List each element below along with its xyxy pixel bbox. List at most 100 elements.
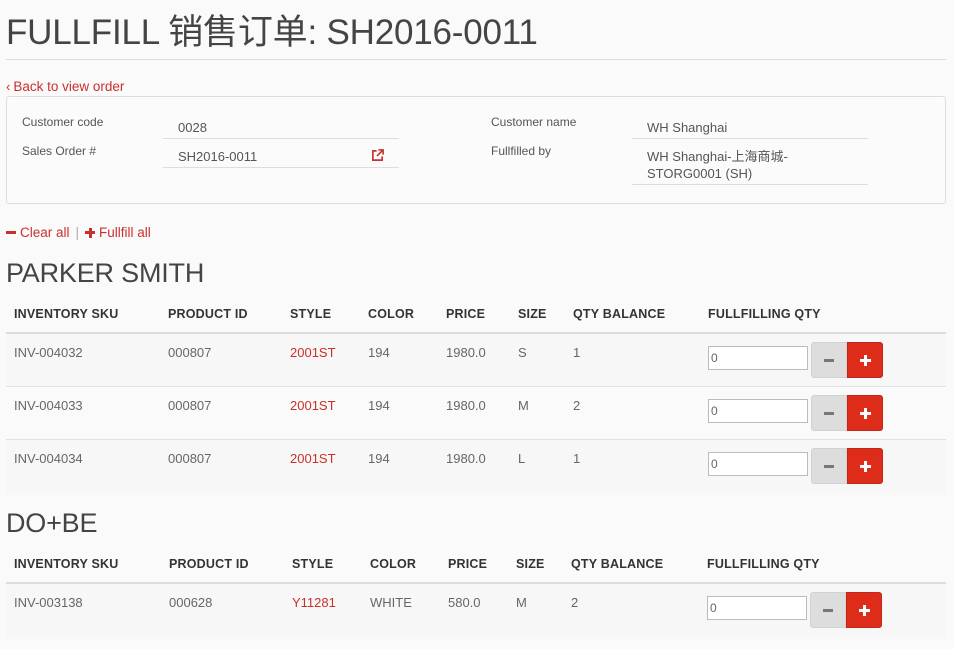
- cell-qty-balance: 2: [571, 595, 579, 610]
- order-info-panel: Customer code 0028 Sales Order # SH2016-…: [6, 96, 946, 204]
- minus-icon: [6, 231, 16, 234]
- cell-size: M: [518, 398, 529, 413]
- sales-order-label: Sales Order #: [22, 144, 97, 158]
- cell-price: 1980.0: [446, 451, 486, 466]
- plus-icon: [859, 407, 871, 419]
- cell-product-id: 000807: [168, 398, 212, 413]
- clear-all-link[interactable]: Clear all: [6, 225, 70, 240]
- decrement-button[interactable]: [811, 448, 847, 484]
- inventory-table: INVENTORY SKU PRODUCT ID STYLE COLOR PRI…: [6, 546, 946, 637]
- cell-style-link[interactable]: 2001ST: [290, 398, 336, 413]
- cell-product-id: 000628: [169, 595, 213, 610]
- minus-icon: [824, 358, 834, 362]
- customer-code-value: 0028: [163, 119, 399, 139]
- cell-price: 1980.0: [446, 398, 486, 413]
- table-row: INV-003138 000628 Y11281 WHITE 580.0 M 2: [6, 584, 946, 637]
- inventory-table: INVENTORY SKU PRODUCT ID STYLE COLOR PRI…: [6, 296, 946, 493]
- fulfilled-by-value: WH Shanghai-上海商城- STORG0001 (SH): [632, 148, 868, 185]
- minus-icon: [824, 464, 834, 468]
- action-separator: |: [75, 225, 80, 240]
- increment-button[interactable]: [846, 592, 882, 628]
- col-price: PRICE: [448, 557, 488, 571]
- fulfill-all-link[interactable]: Fullfill all: [85, 225, 151, 240]
- col-color: COLOR: [370, 557, 417, 571]
- clear-all-label: Clear all: [20, 225, 70, 240]
- decrement-button[interactable]: [810, 592, 846, 628]
- cell-sku: INV-004032: [14, 345, 83, 360]
- plus-icon: [859, 354, 871, 366]
- cell-color: WHITE: [370, 595, 412, 610]
- customer-name-value: WH Shanghai: [632, 119, 868, 139]
- fulfilled-by-line-2: STORG0001 (SH): [647, 166, 753, 181]
- customer-name-text: WH Shanghai: [647, 120, 728, 135]
- table-row: INV-004032 000807 2001ST 194 1980.0 S 1: [6, 334, 946, 387]
- cell-size: L: [518, 451, 526, 466]
- fulfilling-qty-input[interactable]: [708, 346, 808, 370]
- cell-product-id: 000807: [168, 345, 212, 360]
- sales-order-value: SH2016-0011: [163, 148, 399, 168]
- cell-style-link[interactable]: 2001ST: [290, 451, 336, 466]
- table-row: INV-004033 000807 2001ST 194 1980.0 M 2: [6, 387, 946, 440]
- fulfilling-qty-input[interactable]: [708, 399, 808, 423]
- decrement-button[interactable]: [811, 395, 847, 431]
- chevron-left-icon: ‹: [6, 79, 11, 94]
- back-link-label: Back to view order: [13, 79, 125, 94]
- cell-sku: INV-003138: [14, 595, 83, 610]
- col-product-id: PRODUCT ID: [168, 307, 248, 321]
- col-inventory-sku: INVENTORY SKU: [14, 307, 119, 321]
- customer-code-text: 0028: [178, 120, 207, 135]
- cell-sku: INV-004033: [14, 398, 83, 413]
- cell-price: 1980.0: [446, 345, 486, 360]
- cell-style-link[interactable]: 2001ST: [290, 345, 336, 360]
- minus-icon: [824, 411, 834, 415]
- fulfilling-qty-input[interactable]: [708, 452, 808, 476]
- page-title: FULLFILL 销售订单: SH2016-0011: [6, 13, 538, 52]
- cell-size: M: [516, 595, 527, 610]
- table-row: INV-004034 000807 2001ST 194 1980.0 L 1: [6, 440, 946, 493]
- col-qty-balance: QTY BALANCE: [573, 307, 666, 321]
- col-style: STYLE: [292, 557, 334, 571]
- fulfill-all-label: Fullfill all: [99, 225, 151, 240]
- cell-qty-balance: 1: [573, 345, 581, 360]
- cell-price: 580.0: [448, 595, 481, 610]
- sales-order-text: SH2016-0011: [178, 149, 258, 164]
- fulfilled-by-label: Fullfilled by: [491, 144, 552, 158]
- table-header: INVENTORY SKU PRODUCT ID STYLE COLOR PRI…: [6, 546, 946, 584]
- col-product-id: PRODUCT ID: [169, 557, 249, 571]
- plus-icon: [85, 227, 96, 238]
- cell-qty-balance: 2: [573, 398, 581, 413]
- col-color: COLOR: [368, 307, 415, 321]
- customer-name-label: Customer name: [491, 115, 577, 129]
- back-to-order-link[interactable]: ‹ Back to view order: [6, 79, 124, 94]
- col-price: PRICE: [446, 307, 486, 321]
- decrement-button[interactable]: [811, 342, 847, 378]
- title-divider: [6, 59, 946, 60]
- customer-code-label: Customer code: [22, 115, 104, 129]
- brand-heading: DO+BE: [6, 508, 98, 538]
- cell-size: S: [518, 345, 527, 360]
- cell-product-id: 000807: [168, 451, 212, 466]
- col-size: SIZE: [518, 307, 547, 321]
- minus-icon: [823, 608, 833, 612]
- brand-heading: PARKER SMITH: [6, 258, 205, 288]
- cell-style-link[interactable]: Y11281: [292, 595, 336, 610]
- plus-icon: [859, 460, 871, 472]
- col-qty-balance: QTY BALANCE: [571, 557, 664, 571]
- fulfilling-qty-input[interactable]: [707, 596, 807, 620]
- increment-button[interactable]: [847, 395, 883, 431]
- cell-qty-balance: 1: [573, 451, 581, 466]
- increment-button[interactable]: [847, 448, 883, 484]
- cell-sku: INV-004034: [14, 451, 83, 466]
- col-size: SIZE: [516, 557, 545, 571]
- fulfilled-by-line-1: WH Shanghai-上海商城-: [647, 149, 788, 164]
- cell-color: 194: [368, 345, 390, 360]
- cell-color: 194: [368, 398, 390, 413]
- col-inventory-sku: INVENTORY SKU: [14, 557, 119, 571]
- col-style: STYLE: [290, 307, 332, 321]
- external-link-icon[interactable]: [371, 149, 384, 162]
- col-fulfilling-qty: FULLFILLING QTY: [708, 307, 821, 321]
- cell-color: 194: [368, 451, 390, 466]
- increment-button[interactable]: [847, 342, 883, 378]
- bulk-actions: Clear all | Fullfill all: [6, 225, 151, 240]
- plus-icon: [858, 604, 870, 616]
